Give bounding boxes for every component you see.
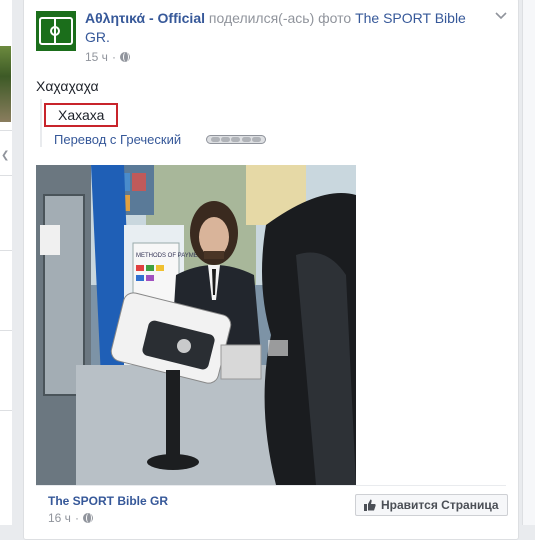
footer-timestamp[interactable]: 16 ч xyxy=(48,511,71,525)
like-page-button[interactable]: Нравится Страница xyxy=(355,494,508,516)
post-text: Χαχαχαχα xyxy=(36,78,99,94)
rating-dot[interactable] xyxy=(241,137,251,142)
shared-page-footer: The SPORT Bible GR 16 ч · Нравится Стран… xyxy=(24,485,518,525)
globe-icon[interactable] xyxy=(82,513,93,523)
rating-dot[interactable] xyxy=(252,137,262,142)
left-sidebar-strip: ❮ xyxy=(0,0,12,525)
post-header: Αθλητικά - Official поделился(-ась) фото… xyxy=(85,9,485,47)
author-link[interactable]: Αθλητικά - Official xyxy=(85,10,205,26)
like-page-label: Нравится Страница xyxy=(381,498,499,512)
translation-block: Хахаха Перевод с Греческий xyxy=(40,99,482,147)
footer-meta: 16 ч · xyxy=(48,511,93,525)
rating-dot[interactable] xyxy=(221,137,231,142)
rating-dot[interactable] xyxy=(210,137,220,142)
thumbs-up-icon xyxy=(364,499,376,511)
rating-dot[interactable] xyxy=(231,137,241,142)
photo-sign-text: METHODS OF PAYMENT xyxy=(136,253,206,259)
footer-divider xyxy=(36,485,506,486)
photo-illustration: METHODS OF PAYMENT xyxy=(36,165,356,485)
translation-rating[interactable] xyxy=(206,135,266,144)
soccer-pitch-icon xyxy=(39,17,73,45)
meta-dot: · xyxy=(74,511,79,525)
left-divider xyxy=(0,175,12,176)
post-photo[interactable]: METHODS OF PAYMENT xyxy=(36,165,356,485)
meta-dot: · xyxy=(111,50,116,64)
page-avatar[interactable] xyxy=(36,11,76,51)
right-scroll-strip xyxy=(522,0,535,525)
translated-text: Хахаха xyxy=(44,103,118,127)
post-meta: 15 ч · xyxy=(85,50,130,64)
post-timestamp[interactable]: 15 ч xyxy=(85,50,108,64)
left-divider xyxy=(0,410,12,411)
left-divider xyxy=(0,250,12,251)
action-text: поделился(-ась) фото xyxy=(208,10,352,26)
chevron-left-icon[interactable]: ❮ xyxy=(1,150,9,161)
left-sidebar-thumbnail[interactable] xyxy=(0,46,11,122)
translation-link[interactable]: Перевод с Греческий xyxy=(54,132,181,147)
globe-icon[interactable] xyxy=(119,52,130,62)
feed-post-card: Αθλητικά - Official поделился(-ась) фото… xyxy=(23,0,519,540)
left-divider xyxy=(0,130,12,131)
left-divider xyxy=(0,330,12,331)
chevron-down-icon[interactable] xyxy=(494,8,508,22)
shared-page-name[interactable]: The SPORT Bible GR xyxy=(48,494,168,508)
